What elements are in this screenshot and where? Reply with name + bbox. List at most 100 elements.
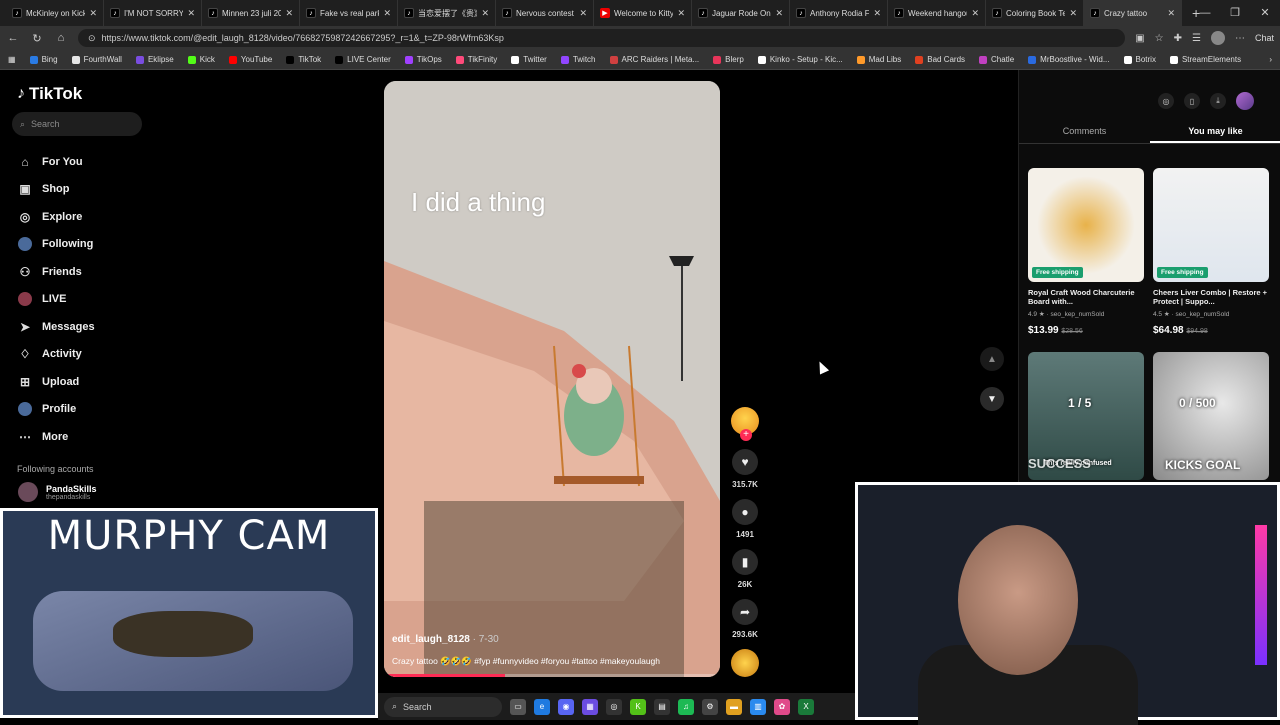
- close-tab-icon[interactable]: ✕: [677, 8, 685, 19]
- collections-icon[interactable]: ☰: [1192, 33, 1201, 44]
- bookmark-item[interactable]: YouTube: [228, 55, 272, 64]
- close-window-icon[interactable]: ✕: [1250, 0, 1280, 26]
- like-button[interactable]: ♥: [732, 449, 758, 475]
- browser-tab[interactable]: ▶ Welcome to Kitty ✕: [594, 0, 692, 26]
- music-disc-icon[interactable]: [731, 649, 759, 677]
- product-card[interactable]: Free shipping Cheers Liver Combo | Resto…: [1153, 168, 1269, 336]
- favorite-star-icon[interactable]: ☆: [1155, 33, 1164, 44]
- sidebar-item-more[interactable]: ⋯ More: [18, 423, 95, 451]
- video-thumbnail[interactable]: 0 / 500 KICKS GOAL: [1153, 352, 1269, 480]
- bookmark-item[interactable]: Kick: [187, 55, 215, 64]
- sidebar-item-for-you[interactable]: ⌂ For You: [18, 148, 95, 176]
- browser-tab[interactable]: ♪ Fake vs real parki ✕: [300, 0, 398, 26]
- browser-tab[interactable]: ♪ Crazy tattoo ✕: [1084, 0, 1182, 26]
- apps-icon[interactable]: ▦: [8, 55, 16, 64]
- photos-icon[interactable]: ✿: [774, 698, 790, 715]
- bookmark-item[interactable]: Blerp: [713, 55, 744, 64]
- tab-you-may-like[interactable]: You may like: [1150, 122, 1280, 143]
- bookmark-item[interactable]: StreamElements: [1169, 55, 1241, 64]
- close-tab-icon[interactable]: ✕: [383, 8, 391, 19]
- close-tab-icon[interactable]: ✕: [481, 8, 489, 19]
- browser-tab[interactable]: ♪ Nervous contest ✕: [496, 0, 594, 26]
- obs-icon[interactable]: ◎: [606, 698, 622, 715]
- bookmark-item[interactable]: TikFinity: [455, 55, 497, 64]
- browser-tab[interactable]: ♪ Weekend hangou ✕: [888, 0, 986, 26]
- browser-tab[interactable]: ♪ Minnen 23 juli 20 ✕: [202, 0, 300, 26]
- close-tab-icon[interactable]: ✕: [1167, 8, 1175, 19]
- close-tab-icon[interactable]: ✕: [285, 8, 293, 19]
- profile-avatar[interactable]: [1210, 31, 1225, 45]
- minimize-icon[interactable]: —: [1190, 0, 1220, 26]
- notepad-icon[interactable]: ▥: [750, 698, 766, 715]
- sidebar-item-messages[interactable]: ➤ Messages: [18, 313, 95, 341]
- download-icon[interactable]: ⤓: [1210, 93, 1226, 109]
- user-avatar[interactable]: [1236, 92, 1254, 110]
- restore-icon[interactable]: ❐: [1220, 0, 1250, 26]
- copilot-chat-button[interactable]: Chat: [1255, 33, 1274, 43]
- steam-icon[interactable]: ⚙: [702, 698, 718, 715]
- bookmark-item[interactable]: Chatle: [979, 55, 1014, 64]
- more-menu-icon[interactable]: ⋯: [1235, 33, 1245, 44]
- video-author[interactable]: edit_laugh_8128 · 7-30: [392, 634, 499, 645]
- sidebar-item-upload[interactable]: ⊞ Upload: [18, 368, 95, 396]
- close-tab-icon[interactable]: ✕: [873, 8, 881, 19]
- tab-comments[interactable]: Comments: [1019, 122, 1150, 143]
- bookmark-item[interactable]: Kinko - Setup - Kic...: [757, 55, 843, 64]
- sidebar-item-profile[interactable]: Profile: [18, 396, 95, 424]
- bookmark-item[interactable]: Eklipse: [135, 55, 174, 64]
- bookmark-item[interactable]: MrBoostlive - Wid...: [1028, 55, 1110, 64]
- browser-tab[interactable]: ♪ McKinley on Kick ✕: [6, 0, 104, 26]
- sidebar-item-following[interactable]: Following: [18, 231, 95, 259]
- comment-button[interactable]: ●: [732, 499, 758, 525]
- bookmark-item[interactable]: TikTok: [286, 55, 321, 64]
- search-input[interactable]: ⌕ Search: [12, 112, 142, 136]
- terminal-icon[interactable]: ▤: [654, 698, 670, 715]
- extensions-icon[interactable]: ✚: [1174, 33, 1182, 44]
- taskbar-search[interactable]: ⌕ Search: [384, 696, 502, 717]
- video-thumbnail[interactable]: 1 / 5 This really confused SUCCESS: [1028, 352, 1144, 480]
- next-video-button[interactable]: ▼: [980, 387, 1004, 411]
- excel-icon[interactable]: X: [798, 698, 814, 715]
- bookmark-button[interactable]: ▮: [732, 549, 758, 575]
- browser-tab[interactable]: ♪ Anthony Rodia Fr ✕: [790, 0, 888, 26]
- url-field[interactable]: ⊙ https://www.tiktok.com/@edit_laugh_812…: [78, 29, 1126, 47]
- browser-tab[interactable]: ♪ I'M NOT SORRY ✕: [104, 0, 202, 26]
- close-tab-icon[interactable]: ✕: [187, 8, 195, 19]
- taskview-icon[interactable]: ▭: [510, 698, 526, 715]
- bookmark-item[interactable]: ARC Raiders | Meta...: [609, 55, 699, 64]
- bookmark-item[interactable]: Twitter: [511, 55, 547, 64]
- discord-icon[interactable]: ◉: [558, 698, 574, 715]
- product-card[interactable]: Free shipping Royal Craft Wood Charcuter…: [1028, 168, 1144, 336]
- spotify-icon[interactable]: ♫: [678, 698, 694, 715]
- follow-plus-icon[interactable]: +: [740, 429, 752, 441]
- back-icon[interactable]: ←: [6, 32, 20, 44]
- site-info-icon[interactable]: ⊙: [88, 33, 96, 44]
- sidebar-item-activity[interactable]: ♢ Activity: [18, 341, 95, 369]
- sidebar-item-shop[interactable]: ▣ Shop: [18, 176, 95, 204]
- phone-icon[interactable]: ▯: [1184, 93, 1200, 109]
- share-button[interactable]: ➦: [732, 599, 758, 625]
- browser-tab[interactable]: ♪ Jaguar Rode On ✕: [692, 0, 790, 26]
- video-progress-bar[interactable]: [384, 674, 720, 677]
- app-grid-icon[interactable]: ▦: [582, 698, 598, 715]
- close-tab-icon[interactable]: ✕: [971, 8, 979, 19]
- kick-app-icon[interactable]: K: [630, 698, 646, 715]
- bookmark-item[interactable]: Botrix: [1123, 55, 1156, 64]
- bookmark-item[interactable]: FourthWall: [71, 55, 122, 64]
- bookmark-item[interactable]: Bad Cards: [915, 55, 965, 64]
- close-tab-icon[interactable]: ✕: [89, 8, 97, 19]
- edge-icon[interactable]: e: [534, 698, 550, 715]
- close-tab-icon[interactable]: ✕: [1069, 8, 1077, 19]
- browser-tab[interactable]: ♪ Coloring Book Te ✕: [986, 0, 1084, 26]
- video-player[interactable]: I did a thing edit_laugh_8128 · 7-30 Cra…: [384, 81, 720, 677]
- close-tab-icon[interactable]: ✕: [579, 8, 587, 19]
- split-view-icon[interactable]: ▣: [1135, 33, 1144, 44]
- creator-avatar[interactable]: +: [731, 407, 759, 441]
- bookmark-item[interactable]: Twitch: [560, 55, 596, 64]
- coins-icon[interactable]: ◎: [1158, 93, 1174, 109]
- home-icon[interactable]: ⌂: [54, 32, 68, 44]
- tiktok-logo[interactable]: ♪ TikTok: [17, 84, 82, 104]
- sidebar-item-friends[interactable]: ⚇ Friends: [18, 258, 95, 286]
- file-explorer-icon[interactable]: ▬: [726, 698, 742, 715]
- close-tab-icon[interactable]: ✕: [775, 8, 783, 19]
